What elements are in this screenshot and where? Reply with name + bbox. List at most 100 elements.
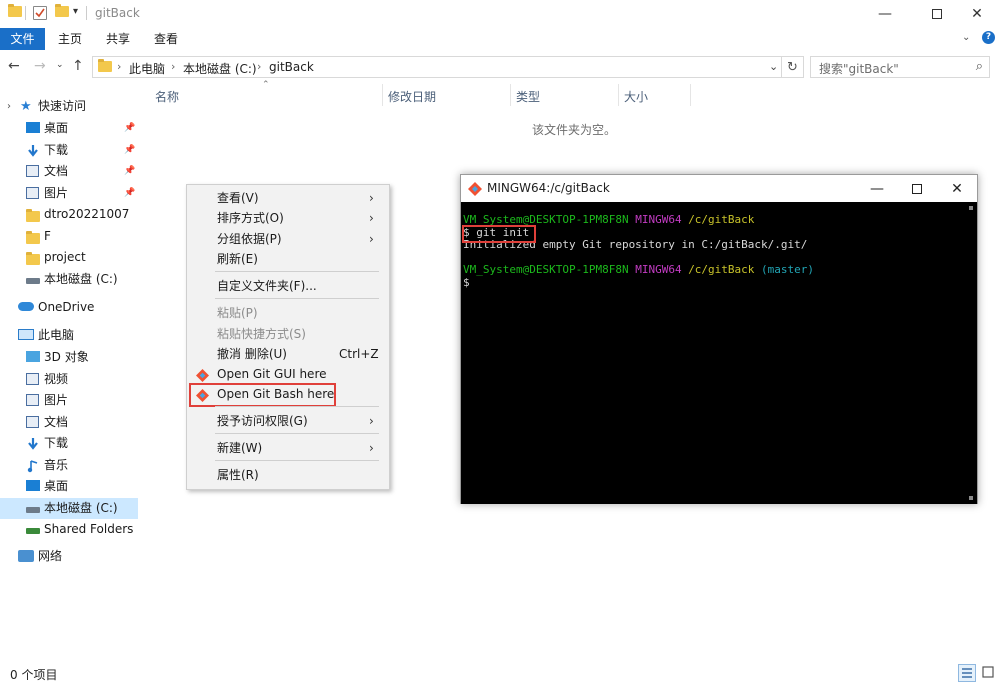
column-divider[interactable]: [618, 84, 619, 106]
3d-objects-icon: [26, 351, 40, 364]
nav-quick-item-3[interactable]: 图片 📌: [0, 183, 138, 204]
nav-quick-item-5[interactable]: F: [0, 226, 138, 247]
nav-pc-item-5[interactable]: 音乐: [0, 455, 138, 476]
highlight-box: [462, 225, 536, 243]
pin-icon[interactable]: 📌: [124, 118, 135, 139]
nav-quick-item-2[interactable]: 文档 📌: [0, 161, 138, 182]
menu-item-3[interactable]: 刷新(E): [187, 249, 389, 270]
column-modified[interactable]: 修改日期: [388, 88, 436, 105]
terminal-close-button[interactable]: ✕: [937, 175, 977, 202]
close-button[interactable]: ✕: [954, 0, 1000, 28]
menu-item-0[interactable]: 查看(V) ›: [187, 188, 389, 209]
address-bar[interactable]: › 此电脑 › 本地磁盘 (C:) › gitBack ⌄: [92, 56, 782, 78]
nav-quick-item-1[interactable]: 下载 📌: [0, 140, 138, 161]
nav-quick-item-6[interactable]: project: [0, 247, 138, 268]
chevron-right-icon[interactable]: ›: [171, 60, 175, 73]
computer-icon: [18, 329, 34, 340]
menu-separator: [215, 271, 379, 272]
breadcrumb-local-disk[interactable]: 本地磁盘 (C:): [183, 60, 257, 77]
column-name[interactable]: 名称: [155, 88, 179, 105]
nav-pc-item-2[interactable]: 图片: [0, 390, 138, 411]
chevron-right-icon[interactable]: ›: [117, 60, 121, 73]
chevron-right-icon[interactable]: ›: [7, 96, 11, 117]
nav-label: F: [44, 228, 51, 243]
nav-quick-item-0[interactable]: 桌面 📌: [0, 118, 138, 139]
terminal-scrollbar[interactable]: [965, 204, 977, 502]
chevron-right-icon: ›: [369, 232, 374, 246]
menu-item-2[interactable]: 分组依据(P) ›: [187, 229, 389, 250]
prompt-system: MINGW64: [635, 263, 682, 276]
nav-network[interactable]: 网络: [0, 546, 138, 567]
nav-quick-item-4[interactable]: dtro20221007: [0, 204, 138, 225]
nav-pc-item-7[interactable]: 本地磁盘 (C:): [0, 497, 138, 519]
menu-item-1[interactable]: 排序方式(O) ›: [187, 208, 389, 229]
terminal-output[interactable]: VM_System@DESKTOP-1PM8F8N MINGW64 /c/git…: [461, 202, 977, 504]
star-icon: ★: [20, 99, 32, 114]
chevron-down-icon[interactable]: ⌄: [769, 60, 778, 73]
column-divider[interactable]: [690, 84, 691, 106]
breadcrumb-gitback[interactable]: gitBack: [269, 60, 314, 74]
nav-label: 文档: [44, 164, 69, 178]
divider: [25, 6, 26, 20]
menu-item-7[interactable]: 撤消 删除(U) Ctrl+Z: [187, 344, 389, 365]
nav-quick-access[interactable]: › ★ 快速访问: [0, 96, 138, 117]
back-arrow-icon[interactable]: ←: [8, 58, 20, 74]
context-menu: 查看(V) › 排序方式(O) › 分组依据(P) › 刷新(E) 自定义文件夹(F)... 粘…: [186, 184, 390, 490]
menu-item-11[interactable]: 新建(W) ›: [187, 438, 389, 459]
properties-icon[interactable]: [33, 6, 47, 20]
column-size[interactable]: 大小: [624, 88, 648, 105]
nav-pc-item-3[interactable]: 文档: [0, 412, 138, 433]
details-view-icon[interactable]: [958, 664, 976, 682]
tab-file[interactable]: 文件: [0, 28, 45, 50]
menu-item-label: 授予访问权限(G): [217, 414, 308, 428]
tab-share[interactable]: 共享: [98, 28, 138, 50]
tab-home[interactable]: 主页: [50, 28, 90, 50]
maximize-icon: [912, 183, 922, 194]
breadcrumb-this-pc[interactable]: 此电脑: [129, 60, 165, 77]
menu-item-label: 自定义文件夹(F)...: [217, 279, 317, 293]
help-icon[interactable]: ?: [982, 31, 995, 44]
customize-quick-access-icon[interactable]: ▾: [73, 6, 78, 17]
tab-view[interactable]: 查看: [146, 28, 186, 50]
nav-quick-item-7[interactable]: 本地磁盘 (C:): [0, 269, 138, 290]
menu-item-12[interactable]: 属性(R): [187, 465, 389, 486]
drive-icon: [26, 273, 40, 286]
forward-arrow-icon[interactable]: →: [34, 58, 46, 74]
nav-pc-item-6[interactable]: 桌面: [0, 476, 138, 497]
divider: [86, 6, 87, 20]
terminal-maximize-button[interactable]: [897, 175, 937, 202]
chevron-right-icon: ›: [369, 441, 374, 455]
pin-icon[interactable]: 📌: [124, 183, 135, 204]
nav-this-pc[interactable]: 此电脑: [0, 325, 138, 346]
up-arrow-icon[interactable]: ↑: [72, 58, 84, 74]
nav-label: 下载: [44, 436, 69, 450]
chevron-down-icon[interactable]: ⌄: [962, 32, 970, 43]
terminal-minimize-button[interactable]: —: [857, 175, 897, 202]
new-folder-icon[interactable]: [55, 4, 69, 20]
nav-pc-item-4[interactable]: 下载: [0, 433, 138, 454]
menu-item-8[interactable]: Open Git GUI here: [187, 364, 389, 385]
large-icons-view-icon[interactable]: [980, 664, 996, 682]
menu-item-label: 粘贴快捷方式(S): [217, 327, 306, 341]
nav-pc-item-1[interactable]: 视频: [0, 369, 138, 390]
column-divider[interactable]: [382, 84, 383, 106]
menu-item-label: 分组依据(P): [217, 232, 282, 246]
video-icon: [26, 372, 40, 386]
minimize-button[interactable]: —: [862, 0, 908, 28]
nav-pc-item-0[interactable]: 3D 对象: [0, 347, 138, 368]
menu-item-4[interactable]: 自定义文件夹(F)...: [187, 276, 389, 297]
column-divider[interactable]: [510, 84, 511, 106]
empty-folder-message: 该文件夹为空。: [532, 123, 617, 137]
search-input[interactable]: 搜索"gitBack" ⌕: [810, 56, 990, 78]
document-icon: [26, 165, 40, 178]
pin-icon[interactable]: 📌: [124, 140, 135, 161]
pin-icon[interactable]: 📌: [124, 161, 135, 182]
nav-pc-item-8[interactable]: Shared Folders (\\: [0, 519, 138, 540]
network-icon: [18, 550, 34, 562]
recent-locations-icon[interactable]: ⌄: [56, 60, 64, 70]
column-type[interactable]: 类型: [516, 88, 540, 105]
menu-item-10[interactable]: 授予访问权限(G) ›: [187, 411, 389, 432]
refresh-button[interactable]: ↻: [782, 56, 804, 78]
nav-onedrive[interactable]: OneDrive: [0, 297, 138, 318]
chevron-right-icon[interactable]: ›: [257, 60, 261, 73]
